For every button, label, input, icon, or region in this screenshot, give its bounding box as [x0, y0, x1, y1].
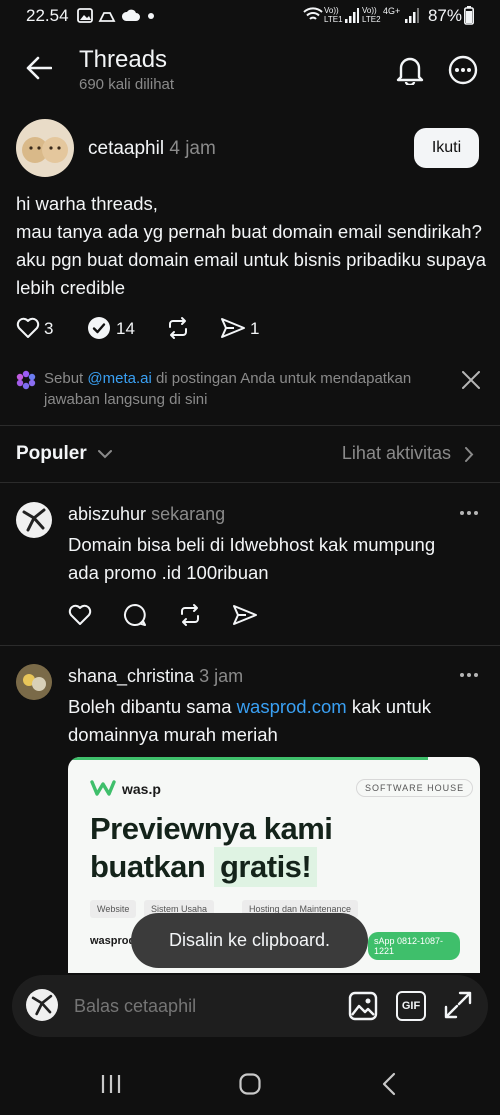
status-time: 22.54: [26, 6, 69, 25]
repost-count: 14: [116, 319, 135, 338]
preview-chip: Website: [90, 900, 137, 918]
back-arrow-icon[interactable]: [26, 56, 52, 80]
preview-headline-1: Previewnya kami: [90, 811, 333, 846]
reply-text-before: Boleh dibantu sama: [68, 696, 237, 717]
share-count: 1: [250, 319, 260, 338]
reply-time: 3 jam: [199, 666, 244, 686]
meta-ai-mention-link[interactable]: @meta.ai: [87, 370, 151, 387]
page-title: Threads: [79, 46, 168, 73]
back-icon[interactable]: [382, 1072, 396, 1096]
view-activity-link[interactable]: Lihat aktivitas: [342, 443, 474, 464]
cloud-icon: [121, 9, 141, 22]
clipboard-toast: Disalin ke clipboard.: [131, 913, 368, 968]
reply-time: sekarang: [151, 504, 226, 524]
reply-composer: GIF: [12, 975, 488, 1037]
system-nav-bar: [0, 1051, 500, 1115]
repost-icon[interactable]: [178, 603, 202, 627]
reply-input[interactable]: [72, 991, 336, 1021]
home-icon[interactable]: [239, 1073, 261, 1095]
divider: [0, 425, 500, 426]
meta-ai-flower-icon: [16, 370, 36, 390]
share-send-icon[interactable]: [220, 317, 246, 339]
preview-domain: wasprod: [90, 935, 136, 947]
like-heart-icon[interactable]: [16, 317, 40, 339]
preview-brand: was.p: [122, 781, 161, 797]
bell-icon[interactable]: [396, 55, 424, 85]
reply-body: Domain bisa beli di Idwebhost kak mumpun…: [68, 534, 436, 583]
wasp-logo-icon: [90, 779, 116, 797]
recent-apps-icon[interactable]: [100, 1074, 122, 1094]
meta-ai-tip: Sebut @meta.ai di postingan Anda untuk m…: [44, 368, 454, 410]
wifi-icon: [303, 7, 323, 23]
gallery-icon: [77, 8, 93, 23]
preview-top-accent: [68, 757, 428, 760]
divider: [0, 482, 500, 483]
follow-button[interactable]: Ikuti: [414, 128, 479, 168]
preview-badge: SOFTWARE HOUSE: [356, 779, 474, 797]
reposted-check-icon[interactable]: [87, 316, 111, 340]
preview-headline-2: buatkan: [90, 849, 206, 884]
post-body: hi warha threads, mau tanya ada yg perna…: [16, 193, 486, 298]
signal-1-icon: [345, 8, 359, 23]
expand-icon[interactable]: [444, 991, 472, 1019]
view-count: 690 kali dilihat: [79, 76, 175, 93]
preview-whatsapp: sApp 0812-1087-1221: [368, 932, 460, 960]
gif-icon[interactable]: GIF: [396, 991, 426, 1021]
gif-label: GIF: [401, 1000, 421, 1012]
more-options-icon[interactable]: [448, 55, 478, 85]
chevron-right-icon: [465, 446, 474, 462]
notification-dot: [148, 13, 154, 19]
reply-username[interactable]: shana_christina: [68, 666, 194, 686]
post-username[interactable]: cetaaphil: [88, 138, 164, 159]
post-author-line: cetaaphil 4 jam: [88, 138, 216, 160]
wasprod-link[interactable]: wasprod.com: [237, 696, 347, 717]
preview-headline-highlight: gratis!: [214, 847, 318, 887]
post-time: 4 jam: [169, 138, 216, 159]
reply-username[interactable]: abiszuhur: [68, 504, 146, 524]
my-avatar: [26, 989, 58, 1021]
like-heart-icon[interactable]: [68, 604, 92, 626]
close-icon[interactable]: [462, 371, 480, 389]
repost-icon[interactable]: [166, 316, 190, 340]
signal-2-icon: [405, 8, 419, 23]
more-icon[interactable]: [459, 510, 479, 516]
share-send-icon[interactable]: [232, 604, 258, 626]
like-count: 3: [44, 319, 54, 338]
meta-tip-prefix: Sebut: [44, 370, 88, 387]
view-activity-label: Lihat aktivitas: [341, 443, 451, 463]
drive-icon: [98, 8, 116, 23]
reply-avatar[interactable]: [16, 502, 52, 538]
reply-body: Boleh dibantu sama wasprod.com kak untuk…: [68, 693, 478, 749]
more-icon[interactable]: [459, 672, 479, 678]
chevron-down-icon: [98, 449, 113, 459]
battery-icon: [464, 6, 474, 25]
battery-percent: 87%: [427, 6, 462, 25]
network-type: 4G+: [383, 6, 401, 16]
reply-author-line: shana_christina 3 jam: [68, 666, 243, 687]
sort-dropdown[interactable]: Populer: [16, 443, 113, 465]
image-attach-icon[interactable]: [348, 991, 378, 1021]
status-bar: 22.54 Vo)) LTE1 Vo)) LTE2 4G+ 87%: [0, 0, 500, 32]
reply-avatar[interactable]: [16, 664, 52, 700]
comment-icon[interactable]: [123, 603, 147, 627]
author-avatar[interactable]: [16, 119, 74, 177]
divider: [0, 645, 500, 646]
reply-author-line: abiszuhur sekarang: [68, 504, 225, 525]
sort-label: Populer: [16, 443, 87, 464]
